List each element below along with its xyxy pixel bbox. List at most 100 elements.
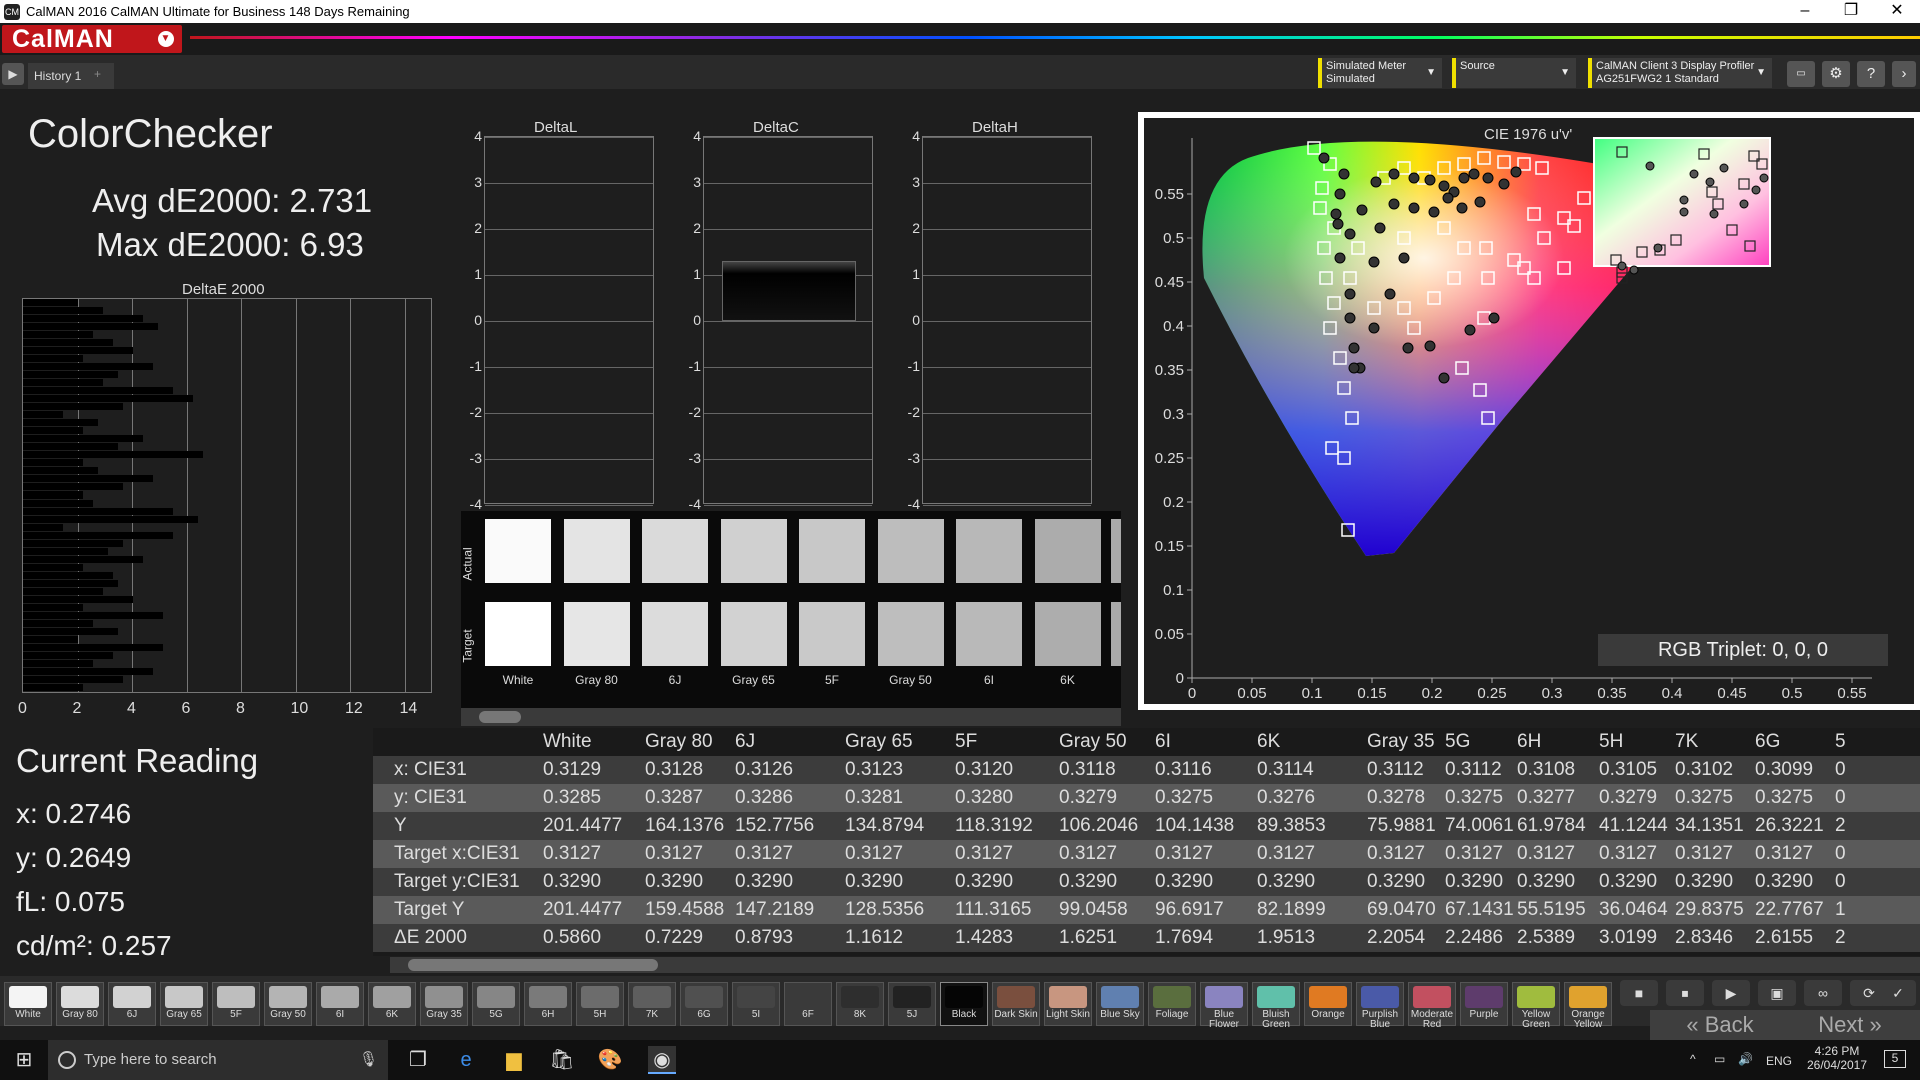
delta-gridline <box>485 183 653 184</box>
patch-button[interactable]: 8K <box>836 982 884 1026</box>
calman-logo-menu[interactable]: CalMAN ▼ <box>2 25 182 53</box>
scrollbar-thumb[interactable] <box>408 959 658 971</box>
measured-point <box>1424 340 1436 352</box>
patch-button[interactable]: Black <box>940 982 988 1026</box>
microphone-icon[interactable]: 🎙 <box>359 1040 378 1080</box>
patch-button[interactable]: 5I <box>732 982 780 1026</box>
play-icon[interactable]: ▶ <box>2 63 24 85</box>
patch-button[interactable]: Gray 65 <box>160 982 208 1026</box>
patch-button[interactable]: Gray 50 <box>264 982 312 1026</box>
notification-icon[interactable]: 5 <box>1884 1050 1906 1068</box>
patch-button[interactable]: Gray 35 <box>420 982 468 1026</box>
table-column-header[interactable]: Gray 80 <box>645 728 713 756</box>
patch-button[interactable]: Gray 80 <box>56 982 104 1026</box>
table-column-header[interactable]: 6J <box>735 728 755 756</box>
calman-taskbar-icon[interactable]: ◉ <box>648 1046 676 1074</box>
file-explorer-icon[interactable]: ▆ <box>500 1046 528 1074</box>
table-cell: 0.3127 <box>1517 843 1576 864</box>
next-button[interactable]: Next » <box>1780 1010 1920 1040</box>
paint-icon[interactable]: 🎨 <box>596 1046 624 1074</box>
patch-button[interactable]: 6G <box>680 982 728 1026</box>
tab-history-1[interactable]: History 1 <box>28 63 114 89</box>
patch-button[interactable]: 5F <box>212 982 260 1026</box>
table-column-header[interactable]: 5H <box>1599 728 1623 756</box>
source-select[interactable]: Source ▼ <box>1452 58 1576 88</box>
histogram-title: DeltaE 2000 <box>182 281 265 298</box>
close-button[interactable]: ✕ <box>1874 0 1920 23</box>
stop-icon[interactable]: ⏹ <box>1666 980 1704 1006</box>
clock[interactable]: 4:26 PM 26/04/2017 <box>1802 1044 1872 1072</box>
add-tab-button[interactable]: + <box>94 67 101 81</box>
patch-button[interactable]: Dark Skin <box>992 982 1040 1026</box>
pattern-icon[interactable]: ▭ <box>1787 61 1815 87</box>
table-cell: 0.3112 <box>1445 759 1502 780</box>
table-cell: 0.3290 <box>1155 871 1214 892</box>
table-column-header[interactable]: 7K <box>1675 728 1698 756</box>
patch-button[interactable]: 6F <box>784 982 832 1026</box>
table-column-header[interactable]: Gray 50 <box>1059 728 1127 756</box>
edge-icon[interactable]: e <box>452 1046 480 1074</box>
back-button[interactable]: « Back <box>1650 1010 1790 1040</box>
table-column-header[interactable]: 6I <box>1155 728 1171 756</box>
patch-button[interactable]: 5J <box>888 982 936 1026</box>
patch-button[interactable]: Blue Flower <box>1200 982 1248 1030</box>
table-cell: 0.3127 <box>1755 843 1814 864</box>
swatch-scrollbar[interactable] <box>461 708 1121 726</box>
record-icon[interactable]: ■ <box>1620 980 1658 1006</box>
check-icon[interactable]: ✓ <box>1880 980 1916 1006</box>
task-view-icon[interactable]: ❐ <box>404 1046 432 1074</box>
table-column-header[interactable]: 6H <box>1517 728 1541 756</box>
patch-button[interactable]: Light Skin <box>1044 982 1092 1026</box>
patch-button[interactable]: Orange Yellow <box>1564 982 1612 1030</box>
delta-gridline <box>923 413 1091 414</box>
minimize-button[interactable]: – <box>1782 0 1828 23</box>
gear-icon[interactable]: ⚙ <box>1822 61 1850 87</box>
patch-button[interactable]: 6J <box>108 982 156 1026</box>
table-column-header[interactable]: 6G <box>1755 728 1780 756</box>
table-cell: 0.3286 <box>735 787 794 808</box>
store-icon[interactable]: 🛍 <box>548 1046 576 1074</box>
patch-button[interactable]: Moderate Red <box>1408 982 1456 1030</box>
search-box[interactable]: Type here to search 🎙 <box>48 1040 388 1080</box>
table-column-header[interactable]: 5 <box>1835 728 1846 756</box>
patch-label: Gray 50 <box>270 1009 306 1020</box>
meter-select[interactable]: Simulated Meter Simulated ▼ <box>1318 58 1442 88</box>
measured-point <box>1348 342 1360 354</box>
patch-button[interactable]: Bluish Green <box>1252 982 1300 1030</box>
patch-button[interactable]: 6H <box>524 982 572 1026</box>
patch-button[interactable]: 5H <box>576 982 624 1026</box>
scrollbar-thumb[interactable] <box>479 711 521 723</box>
maximize-button[interactable]: ❐ <box>1828 0 1874 23</box>
patch-button[interactable]: Purplish Blue <box>1356 982 1404 1030</box>
max-de2000: Max dE2000: 6.93 <box>96 226 364 263</box>
windows-start-icon[interactable]: ⊞ <box>10 1046 38 1074</box>
patch-button[interactable]: White <box>4 982 52 1026</box>
table-column-header[interactable]: Gray 35 <box>1367 728 1435 756</box>
patch-button[interactable]: 7K <box>628 982 676 1026</box>
date: 26/04/2017 <box>1806 1058 1868 1072</box>
table-column-header[interactable]: White <box>543 728 592 756</box>
table-column-header[interactable]: 5G <box>1445 728 1470 756</box>
patch-button[interactable]: 6K <box>368 982 416 1026</box>
table-scrollbar[interactable] <box>390 957 1920 973</box>
table-column-header[interactable]: Gray 65 <box>845 728 913 756</box>
language-indicator[interactable]: ENG <box>1766 1054 1792 1068</box>
chevron-right-icon[interactable]: › <box>1892 61 1916 87</box>
patch-button[interactable]: Yellow Green <box>1512 982 1560 1030</box>
patch-button[interactable]: Orange <box>1304 982 1352 1026</box>
patch-button[interactable]: 6I <box>316 982 364 1026</box>
display-select[interactable]: CalMAN Client 3 Display Profiler AG251FW… <box>1588 58 1772 88</box>
table-column-header[interactable]: 6K <box>1257 728 1280 756</box>
loop-icon[interactable]: ∞ <box>1804 980 1842 1006</box>
help-icon[interactable]: ? <box>1857 61 1885 87</box>
volume-icon[interactable]: 🔊 <box>1738 1052 1753 1066</box>
network-icon[interactable]: ▭ <box>1714 1052 1725 1066</box>
table-column-header[interactable]: 5F <box>955 728 977 756</box>
patch-button[interactable]: 5G <box>472 982 520 1026</box>
play-icon[interactable]: ▶ <box>1712 980 1750 1006</box>
save-icon[interactable]: ▣ <box>1758 980 1796 1006</box>
patch-button[interactable]: Blue Sky <box>1096 982 1144 1026</box>
chevron-up-icon[interactable]: ^ <box>1690 1052 1696 1066</box>
patch-button[interactable]: Foliage <box>1148 982 1196 1026</box>
patch-button[interactable]: Purple <box>1460 982 1508 1026</box>
